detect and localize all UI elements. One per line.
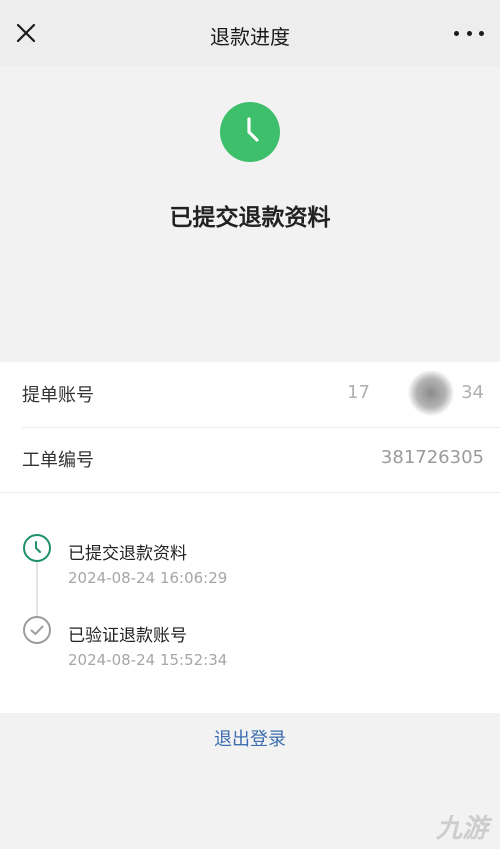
account-label: 提单账号 (22, 385, 94, 406)
redaction-blur (408, 370, 454, 416)
timeline-step-time: 2024-08-24 16:06:29 (68, 569, 228, 587)
more-dot (466, 30, 472, 36)
more-dot (479, 30, 484, 36)
ticket-number: 381726305 (380, 447, 484, 468)
page-title: 退款进度 (210, 25, 290, 49)
account-value-end: 34 (461, 382, 484, 403)
order-info: 提单账号 17 34 工单编号 381726305 (0, 362, 500, 492)
ticket-label: 工单编号 (22, 450, 94, 471)
progress-timeline: 已提交退款资料 2024-08-24 16:06:29 已验证退款账号 2024… (0, 492, 500, 713)
account-value-start: 17 (347, 382, 370, 403)
clock-icon (220, 102, 280, 162)
footer: 退出登录 九游 (0, 713, 500, 849)
status-title: 已提交退款资料 (169, 205, 331, 231)
status-section: 已提交退款资料 (0, 66, 500, 362)
timeline-step-title: 已提交退款资料 (68, 544, 187, 564)
more-button[interactable] (454, 22, 484, 44)
check-icon (23, 616, 51, 644)
logout-link[interactable]: 退出登录 (0, 725, 500, 751)
timeline-step-time: 2024-08-24 15:52:34 (68, 651, 228, 669)
more-dot (454, 30, 459, 36)
timeline-connector (36, 561, 38, 617)
clock-icon (23, 534, 51, 562)
nav-bar: 退款进度 (0, 0, 500, 66)
timeline-step-title: 已验证退款账号 (68, 626, 187, 646)
ticket-row: 工单编号 381726305 (0, 427, 500, 492)
watermark-logo: 九游 (435, 814, 488, 844)
account-row: 提单账号 17 34 (0, 362, 500, 428)
